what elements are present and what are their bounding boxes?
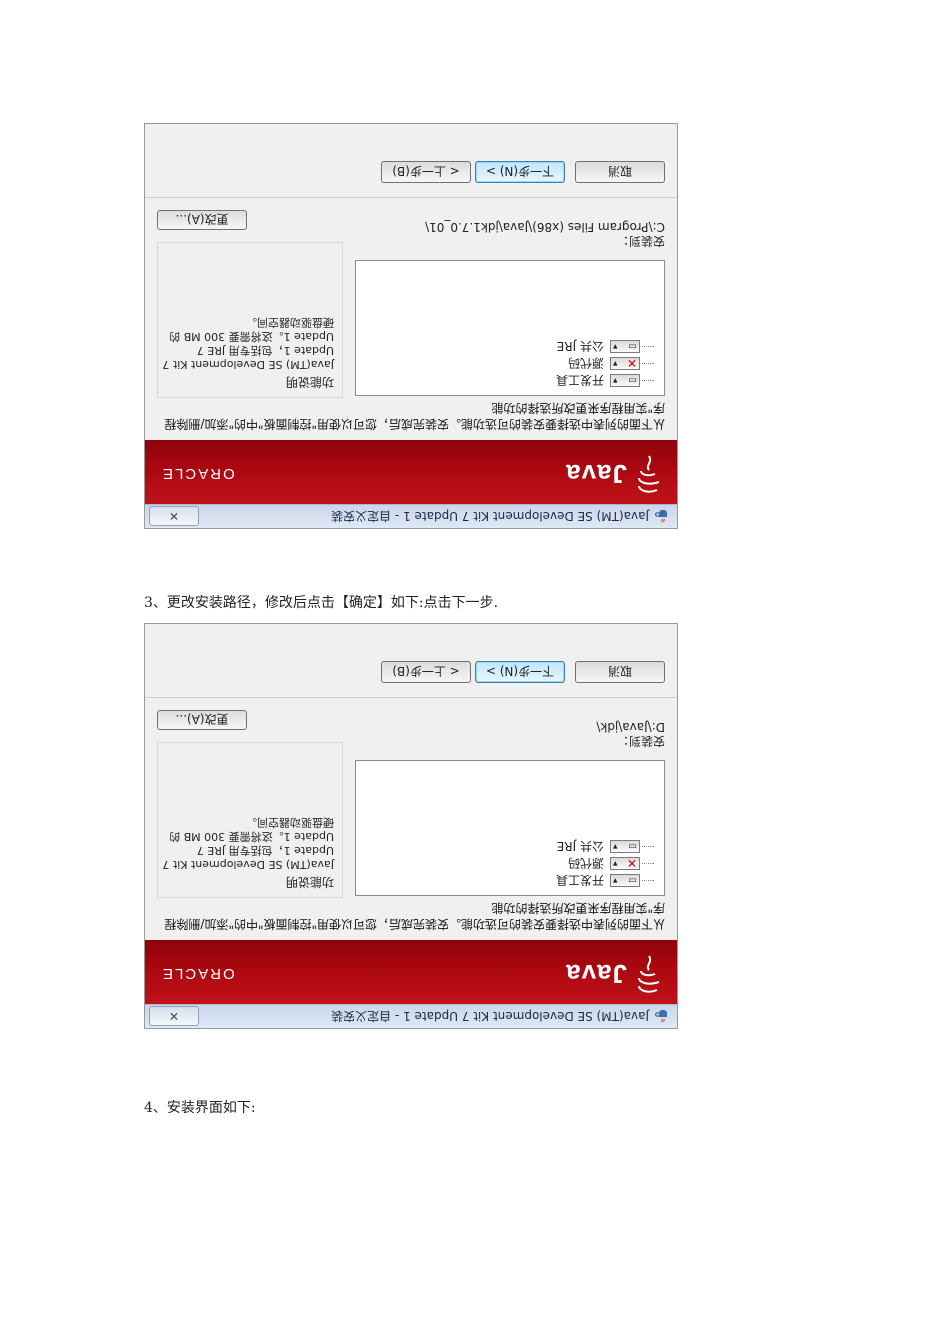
drive-icon[interactable]: ▭ ▾ <box>610 374 640 387</box>
installer-screenshot-2: Java(TM) SE Development Kit 7 Update 1 -… <box>144 623 678 1029</box>
feature-label: 公共 JRE <box>556 339 604 353</box>
feature-info-text: Java(TM) SE Development Kit 7 Update 1，包… <box>162 816 334 871</box>
java-banner: Java ORACLE <box>145 440 677 504</box>
step-3-caption: 3、更改安装路径，修改后点击【确定】如下:点击下一步. <box>144 595 499 611</box>
install-path: D:\Java\jdk\ <box>596 720 665 734</box>
change-button[interactable]: 更改(A)... <box>157 210 247 230</box>
window-title: Java(TM) SE Development Kit 7 Update 1 -… <box>331 1009 649 1023</box>
close-icon[interactable]: ✕ <box>149 506 199 526</box>
java-wordmark: Java <box>565 459 627 490</box>
feature-tree: ▭ ▾ 开发工具 ✕ ▾ 源代码 ▭ ▾ 公共 JRE <box>355 760 665 896</box>
feature-tree: ▭ ▾ 开发工具 ✕ ▾ 源代码 ▭ ▾ 公共 JRE <box>355 260 665 396</box>
drive-icon[interactable]: ▭ ▾ <box>610 840 640 853</box>
close-icon[interactable]: ✕ <box>149 1006 199 1026</box>
feature-item-public-jre[interactable]: ▭ ▾ 公共 JRE <box>556 338 654 355</box>
feature-item-source-code[interactable]: ✕ ▾ 源代码 <box>556 355 654 372</box>
feature-label: 源代码 <box>567 856 604 870</box>
change-button[interactable]: 更改(A)... <box>157 710 247 730</box>
feature-item-dev-tools[interactable]: ▭ ▾ 开发工具 <box>556 372 654 389</box>
feature-info-title: 功能说明 <box>285 375 334 389</box>
excluded-x-icon[interactable]: ✕ ▾ <box>610 357 640 371</box>
feature-info-text: Java(TM) SE Development Kit 7 Update 1，包… <box>162 316 334 371</box>
feature-item-dev-tools[interactable]: ▭ ▾ 开发工具 <box>556 872 654 889</box>
step-4-caption: 4、安装界面如下: <box>144 1100 256 1116</box>
feature-label: 公共 JRE <box>556 839 604 853</box>
back-button[interactable]: < 上一步(B) <box>381 161 471 183</box>
oracle-logo: ORACLE <box>161 965 235 982</box>
feature-info-panel: 功能说明 Java(TM) SE Development Kit 7 Updat… <box>157 742 343 898</box>
java-banner: Java ORACLE <box>145 940 677 1004</box>
window-titlebar: Java(TM) SE Development Kit 7 Update 1 -… <box>145 504 677 528</box>
java-logo: Java <box>565 452 663 496</box>
java-logo: Java <box>565 952 663 996</box>
feature-item-source-code[interactable]: ✕ ▾ 源代码 <box>556 855 654 872</box>
button-bar: 取消 下一步(N) > < 上一步(B) <box>145 623 677 698</box>
feature-label: 源代码 <box>567 356 604 370</box>
cancel-button[interactable]: 取消 <box>575 661 665 683</box>
drive-icon[interactable]: ▭ ▾ <box>610 340 640 353</box>
window-titlebar: Java(TM) SE Development Kit 7 Update 1 -… <box>145 1004 677 1028</box>
oracle-logo: ORACLE <box>161 465 235 482</box>
description-text: 从下面的列表中选择要安装的可选功能。安装完成后，您可以使用"控制面板"中的"添加… <box>164 901 665 931</box>
java-wordmark: Java <box>565 959 627 990</box>
install-to-label: 安装到： <box>616 234 665 248</box>
excluded-x-icon[interactable]: ✕ ▾ <box>610 857 640 871</box>
java-steam-icon <box>638 955 660 993</box>
feature-info-title: 功能说明 <box>285 875 334 889</box>
back-button[interactable]: < 上一步(B) <box>381 661 471 683</box>
next-button[interactable]: 下一步(N) > <box>475 161 565 183</box>
next-button[interactable]: 下一步(N) > <box>475 661 565 683</box>
java-cup-icon <box>655 510 669 524</box>
drive-icon[interactable]: ▭ ▾ <box>610 874 640 887</box>
installer-screenshot-1: Java(TM) SE Development Kit 7 Update 1 -… <box>144 123 678 529</box>
java-cup-icon <box>655 1010 669 1024</box>
java-steam-icon <box>638 455 660 493</box>
window-title: Java(TM) SE Development Kit 7 Update 1 -… <box>331 509 649 523</box>
feature-label: 开发工具 <box>555 373 604 387</box>
feature-item-public-jre[interactable]: ▭ ▾ 公共 JRE <box>556 838 654 855</box>
install-to-label: 安装到： <box>616 734 665 748</box>
description-text: 从下面的列表中选择要安装的可选功能。安装完成后，您可以使用"控制面板"中的"添加… <box>164 401 665 431</box>
cancel-button[interactable]: 取消 <box>575 161 665 183</box>
feature-label: 开发工具 <box>555 873 604 887</box>
install-path: C:\Program Files (x86)\Java\jdk1.7.0_01\ <box>425 220 665 234</box>
feature-info-panel: 功能说明 Java(TM) SE Development Kit 7 Updat… <box>157 242 343 398</box>
button-bar: 取消 下一步(N) > < 上一步(B) <box>145 123 677 198</box>
